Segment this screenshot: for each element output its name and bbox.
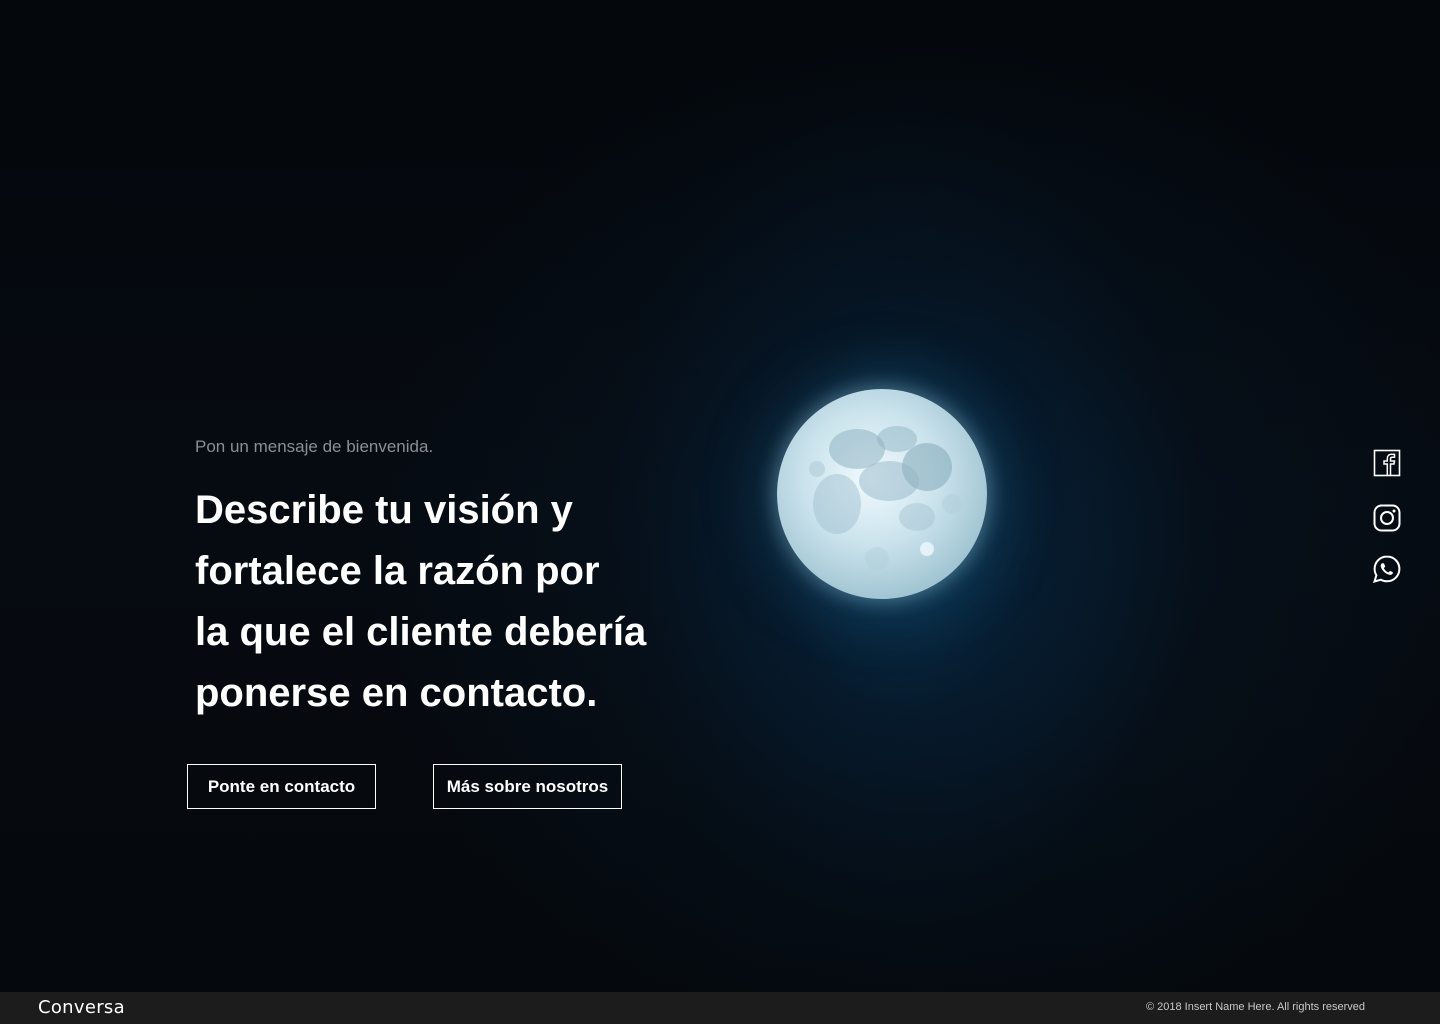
- landing-page: Pon un mensaje de bienvenida. Describe t…: [0, 0, 1440, 1024]
- brand-logo[interactable]: Conversa: [38, 997, 125, 1018]
- headline-line: la que el cliente debería: [195, 610, 647, 654]
- instagram-link[interactable]: [1372, 503, 1402, 533]
- moon-graphic: [777, 389, 987, 599]
- instagram-icon: [1373, 504, 1401, 532]
- copyright-text: © 2018 Insert Name Here. All rights rese…: [1145, 1001, 1365, 1013]
- headline-line: Describe tu visión y: [195, 488, 573, 532]
- moon-image: [777, 389, 987, 599]
- hero-background: Pon un mensaje de bienvenida. Describe t…: [0, 0, 1440, 992]
- headline-line: fortalece la razón por: [195, 549, 600, 593]
- footer: Conversa © 2018 Insert Name Here. All ri…: [0, 992, 1440, 1024]
- facebook-icon: [1373, 449, 1401, 477]
- facebook-link[interactable]: [1372, 448, 1402, 478]
- about-us-button[interactable]: Más sobre nosotros: [433, 764, 622, 809]
- hero-headline: Describe tu visión y fortalece la razón …: [195, 480, 715, 724]
- headline-line: ponerse en contacto.: [195, 671, 598, 715]
- contact-button[interactable]: Ponte en contacto: [187, 764, 376, 809]
- welcome-message: Pon un mensaje de bienvenida.: [195, 437, 434, 456]
- whatsapp-icon: [1373, 555, 1401, 583]
- whatsapp-link[interactable]: [1372, 554, 1402, 584]
